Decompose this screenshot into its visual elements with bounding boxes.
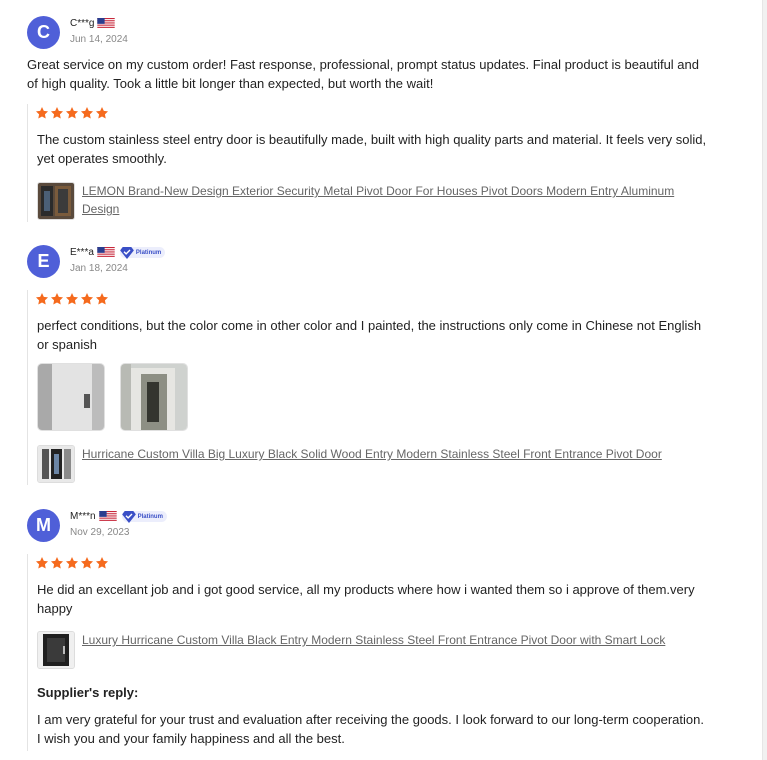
rating-stars [35, 556, 109, 570]
supplier-reply-text: I am very grateful for your trust and ev… [37, 712, 704, 746]
review-detail: perfect conditions, but the color come i… [27, 290, 718, 485]
rating-stars [35, 106, 109, 120]
product-reference[interactable]: LEMON Brand-New Design Exterior Security… [37, 182, 702, 220]
star-icon [95, 106, 109, 120]
review-item: M M***n Platinum Nov 29, 2023 He did an … [27, 509, 717, 751]
platinum-label: Platinum [135, 249, 162, 256]
avatar: M [27, 509, 60, 542]
review-item: C C***g Jun 14, 2024 Great service on my… [27, 16, 717, 222]
review-text: The custom stainless steel entry door is… [37, 132, 707, 166]
reviewer-name: C***g [70, 18, 95, 29]
platinum-badge: Platinum [121, 511, 167, 523]
product-link[interactable]: Hurricane Custom Villa Big Luxury Black … [82, 445, 702, 463]
review-detail: The custom stainless steel entry door is… [27, 104, 718, 222]
rating-stars [35, 292, 109, 306]
star-icon [65, 292, 79, 306]
scrollbar-track[interactable] [762, 0, 767, 760]
review-header: M M***n Platinum Nov 29, 2023 [27, 509, 717, 543]
avatar: E [27, 245, 60, 278]
product-link[interactable]: Luxury Hurricane Custom Villa Black Entr… [82, 631, 702, 649]
reviewer-name: M***n [70, 511, 96, 522]
star-icon [35, 106, 49, 120]
star-icon [95, 292, 109, 306]
review-header: C C***g Jun 14, 2024 [27, 16, 717, 50]
avatar: C [27, 16, 60, 49]
star-icon [50, 106, 64, 120]
review-item: E E***a Platinum Jan 18, 2024 perfect co… [27, 245, 717, 485]
star-icon [50, 556, 64, 570]
review-intro-text: Great service on my custom order! Fast r… [27, 57, 699, 91]
platinum-diamond-icon [120, 247, 134, 259]
product-reference[interactable]: Luxury Hurricane Custom Villa Black Entr… [37, 631, 702, 669]
us-flag-icon [99, 511, 117, 522]
review-photo[interactable] [37, 363, 105, 431]
platinum-badge: Platinum [119, 247, 166, 259]
reviewer-name-row: E***a Platinum [70, 246, 166, 259]
star-icon [35, 556, 49, 570]
product-reference[interactable]: Hurricane Custom Villa Big Luxury Black … [37, 445, 702, 483]
star-icon [95, 556, 109, 570]
product-thumbnail[interactable] [37, 182, 75, 220]
supplier-reply-title: Supplier's reply: [37, 685, 139, 700]
review-date: Jan 18, 2024 [70, 263, 128, 274]
star-icon [65, 556, 79, 570]
product-thumbnail[interactable] [37, 445, 75, 483]
star-icon [50, 292, 64, 306]
star-icon [65, 106, 79, 120]
reviewer-name-row: M***n Platinum [70, 510, 167, 523]
reviewer-name-row: C***g [70, 17, 115, 30]
us-flag-icon [97, 18, 115, 29]
product-thumbnail[interactable] [37, 631, 75, 669]
review-photo[interactable] [120, 363, 188, 431]
review-detail: He did an excellant job and i got good s… [27, 554, 718, 751]
review-header: E E***a Platinum Jan 18, 2024 [27, 245, 717, 279]
us-flag-icon [97, 247, 115, 258]
star-icon [35, 292, 49, 306]
platinum-diamond-icon [122, 511, 136, 523]
product-link[interactable]: LEMON Brand-New Design Exterior Security… [82, 182, 702, 218]
review-date: Nov 29, 2023 [70, 527, 130, 538]
star-icon [80, 292, 94, 306]
review-date: Jun 14, 2024 [70, 34, 128, 45]
reviewer-name: E***a [70, 247, 94, 258]
star-icon [80, 556, 94, 570]
star-icon [80, 106, 94, 120]
review-text: He did an excellant job and i got good s… [37, 582, 695, 616]
review-text: perfect conditions, but the color come i… [37, 318, 702, 352]
platinum-label: Platinum [137, 513, 163, 520]
